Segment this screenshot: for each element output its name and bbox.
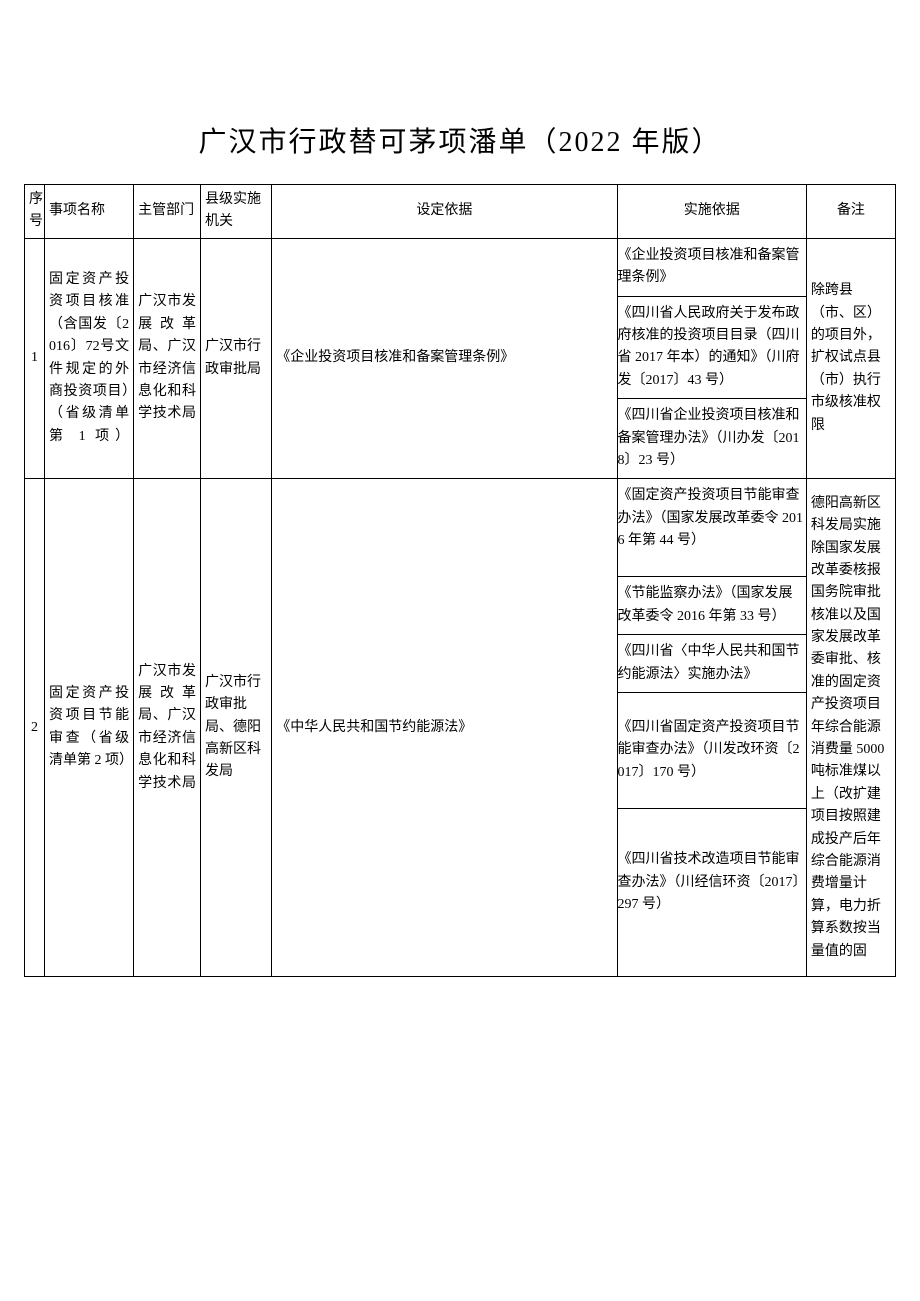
impl-item: 《四川省企业投资项目核准和备案管理办法》（川办发〔2018〕23 号） bbox=[618, 398, 806, 478]
header-dept: 主管部门 bbox=[134, 185, 201, 239]
table-header-row: 序号 事项名称 主管部门 县级实施机关 设定依据 实施依据 备注 bbox=[25, 185, 896, 239]
cell-agency: 广汉市行政审批局 bbox=[200, 238, 271, 479]
cell-agency: 广汉市行政审批局、德阳高新区科发局 bbox=[200, 479, 271, 977]
impl-item: 《节能监察办法》（国家发展改革委令 2016 年第 33 号） bbox=[618, 576, 806, 634]
cell-basis: 《中华人民共和国节约能源法》 bbox=[272, 479, 617, 977]
cell-dept: 广汉市发展改革局、广汉市经济信息化和科学技术局 bbox=[134, 238, 201, 479]
header-note: 备注 bbox=[806, 185, 895, 239]
cell-impl: 《固定资产投资项目节能审查办法》（国家发展改革委令 2016 年第 44 号） … bbox=[617, 479, 806, 977]
impl-item: 《固定资产投资项目节能审查办法》（国家发展改革委令 2016 年第 44 号） bbox=[618, 479, 806, 576]
header-name: 事项名称 bbox=[45, 185, 134, 239]
header-impl: 实施依据 bbox=[617, 185, 806, 239]
impl-item: 《四川省固定资产投资项目节能审查办法》（川发改环资〔2017〕170 号） bbox=[618, 692, 806, 808]
cell-dept: 广汉市发展改革局、广汉市经济信息化和科学技术局 bbox=[134, 479, 201, 977]
impl-item: 《四川省人民政府关于发布政府核准的投资项目目录（四川省 2017 年本）的通知》… bbox=[618, 296, 806, 399]
impl-item: 《四川省〈中华人民共和国节约能源法〉实施办法》 bbox=[618, 634, 806, 692]
cell-basis: 《企业投资项目核准和备案管理条例》 bbox=[272, 238, 617, 479]
table-row: 1 固定资产投资项目核准（含国发〔2016〕72号文件规定的外商投资项目）（省级… bbox=[25, 238, 896, 479]
cell-impl: 《企业投资项目核准和备案管理条例》 《四川省人民政府关于发布政府核准的投资项目目… bbox=[617, 238, 806, 479]
header-basis: 设定依据 bbox=[272, 185, 617, 239]
cell-seq: 1 bbox=[25, 238, 45, 479]
table-row: 2 固定资产投资项目节能审查（省级清单第 2 项） 广汉市发展改革局、广汉市经济… bbox=[25, 479, 896, 977]
header-seq: 序号 bbox=[25, 185, 45, 239]
impl-item: 《四川省技术改造项目节能审查办法》（川经信环资〔2017〕297 号） bbox=[618, 808, 806, 976]
permit-table: 序号 事项名称 主管部门 县级实施机关 设定依据 实施依据 备注 1 固定资产投… bbox=[24, 184, 896, 977]
cell-name: 固定资产投资项目节能审查（省级清单第 2 项） bbox=[45, 479, 134, 977]
cell-note: 德阳高新区科发局实施除国家发展改革委核报国务院审批核准以及国家发展改革委审批、核… bbox=[806, 479, 895, 977]
page-title: 广汉市行政替可茅项潘单（2022 年版） bbox=[24, 120, 896, 160]
header-agency: 县级实施机关 bbox=[200, 185, 271, 239]
cell-seq: 2 bbox=[25, 479, 45, 977]
impl-item: 《企业投资项目核准和备案管理条例》 bbox=[618, 239, 806, 296]
cell-note: 除跨县（市、区）的项目外，扩权试点县（市）执行市级核准权限 bbox=[806, 238, 895, 479]
cell-name: 固定资产投资项目核准（含国发〔2016〕72号文件规定的外商投资项目）（省级清单… bbox=[45, 238, 134, 479]
